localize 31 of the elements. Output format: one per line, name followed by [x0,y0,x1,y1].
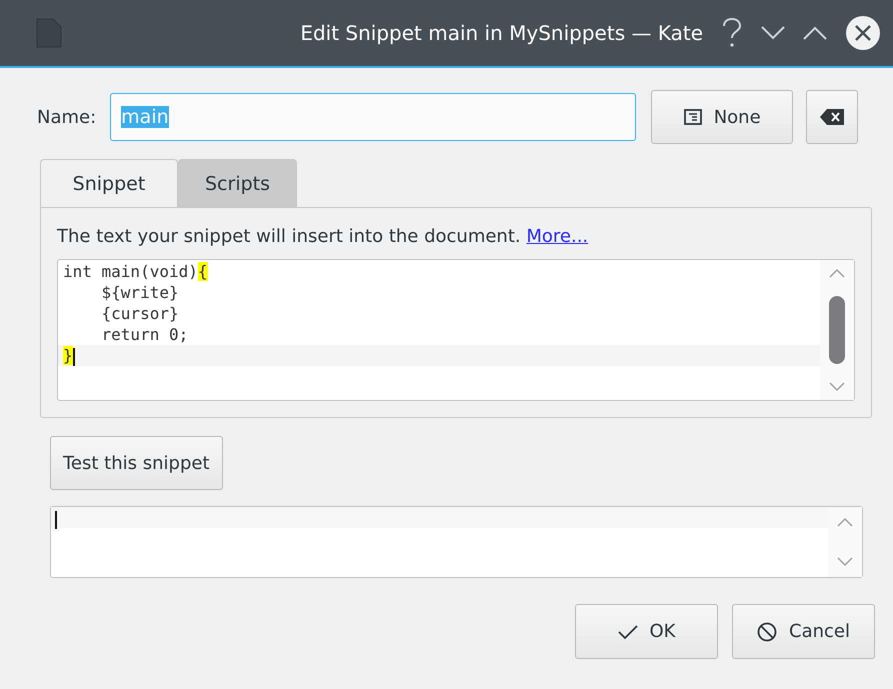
scroll-down-icon[interactable] [829,382,845,392]
minimize-icon[interactable] [761,26,785,40]
code-line: int main(void){ [62,261,208,282]
code-line: return 0; [100,324,190,345]
ok-button[interactable]: OK [575,604,718,659]
close-icon[interactable] [845,15,881,51]
output-field[interactable] [50,506,863,578]
document-icon [36,18,62,48]
backspace-icon [820,109,844,125]
tab[interactable]: Snippet [40,159,178,207]
code-editor[interactable]: int main(void){ ${write} {cursor} return 0; } [57,259,855,401]
description-text: The text your snippet will insert into the document. More... [57,226,590,247]
more-link[interactable]: More... [526,226,588,247]
code-line: {cursor} [100,303,180,324]
clear-button[interactable] [806,90,858,144]
scrollbar-thumb[interactable] [829,296,845,364]
tab[interactable]: Scripts [178,159,298,207]
scroll-up-icon[interactable] [837,517,853,527]
scroll-up-icon[interactable] [829,268,845,278]
test-snippet-button[interactable]: Test this snippet [50,436,223,490]
scroll-down-icon[interactable] [837,557,853,567]
cancel-button[interactable]: Cancel [732,604,875,659]
code-line: ${write} [100,282,180,303]
help-icon[interactable] [721,18,743,48]
name-label: Name: [37,106,96,128]
window-title: Edit Snippet main in MySnippets — Kate [299,21,703,45]
list-icon [684,109,702,125]
shortcut-button[interactable]: None [651,90,794,144]
checkmark-icon [618,624,638,640]
cancel-icon [757,622,777,642]
maximize-icon[interactable] [803,26,827,40]
